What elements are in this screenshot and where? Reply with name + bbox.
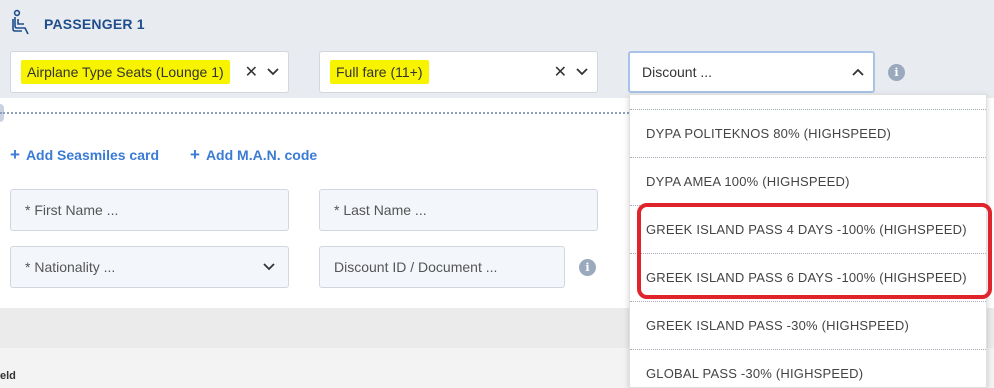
add-man-code-link[interactable]: + Add M.A.N. code: [190, 145, 317, 165]
chevron-up-icon[interactable]: [852, 67, 864, 77]
plus-icon: +: [190, 145, 200, 164]
footer-label: eld: [0, 370, 16, 382]
fare-value: Full fare (11+): [324, 60, 554, 84]
plus-icon: +: [10, 145, 20, 164]
fare-select[interactable]: Full fare (11+) ✕: [319, 51, 598, 93]
first-name-placeholder: * First Name ...: [25, 202, 119, 218]
first-name-field[interactable]: * First Name ...: [10, 189, 289, 231]
last-name-field[interactable]: * Last Name ...: [319, 189, 598, 231]
discount-select[interactable]: Discount ...: [628, 51, 875, 93]
clear-icon[interactable]: ✕: [554, 62, 567, 82]
dropdown-option[interactable]: DYPA AMEA 100% (HIGHSPEED): [630, 157, 986, 205]
chevron-down-icon[interactable]: [267, 67, 279, 77]
seat-type-text: Airplane Type Seats (Lounge 1): [21, 60, 230, 84]
discount-id-placeholder: Discount ID / Document ...: [334, 259, 498, 275]
passenger-title-text: PASSENGER 1: [44, 16, 145, 32]
dropdown-option[interactable]: GREEK ISLAND PASS 6 DAYS -100% (HIGHSPEE…: [630, 253, 986, 301]
chevron-down-icon[interactable]: [576, 67, 588, 77]
info-icon[interactable]: i: [579, 259, 596, 276]
dropdown-option[interactable]: GREEK ISLAND PASS 4 DAYS -100% (HIGHSPEE…: [630, 205, 986, 253]
discount-id-field[interactable]: Discount ID / Document ...: [319, 246, 565, 288]
add-man-code-label: Add M.A.N. code: [205, 147, 318, 163]
chevron-down-icon[interactable]: [263, 262, 275, 272]
dropdown-option[interactable]: DYPA POLITEKNOS 80% (HIGHSPEED): [630, 109, 986, 157]
discount-dropdown: DYPA POLITEKNOS 80% (HIGHSPEED) DYPA AME…: [629, 94, 987, 388]
discount-placeholder: Discount ...: [642, 64, 713, 80]
clear-icon[interactable]: ✕: [245, 62, 258, 82]
add-seasmiles-card-label: Add Seasmiles card: [25, 147, 159, 163]
seat-icon: [10, 9, 34, 40]
last-name-placeholder: * Last Name ...: [334, 202, 427, 218]
passenger-title: PASSENGER 1: [10, 9, 145, 40]
info-icon[interactable]: i: [888, 64, 905, 81]
dropdown-option[interactable]: GLOBAL PASS -30% (HIGHSPEED): [630, 349, 986, 387]
nationality-placeholder: * Nationality ...: [25, 259, 116, 275]
nationality-select[interactable]: * Nationality ...: [10, 246, 289, 288]
divider: [0, 112, 640, 114]
dropdown-option[interactable]: GREEK ISLAND PASS -30% (HIGHSPEED): [630, 301, 986, 349]
seat-type-select[interactable]: Airplane Type Seats (Lounge 1) ✕: [10, 51, 289, 93]
add-seasmiles-card-link[interactable]: + Add Seasmiles card: [10, 145, 159, 165]
fare-text: Full fare (11+): [330, 60, 429, 84]
seat-type-value: Airplane Type Seats (Lounge 1): [15, 60, 245, 84]
